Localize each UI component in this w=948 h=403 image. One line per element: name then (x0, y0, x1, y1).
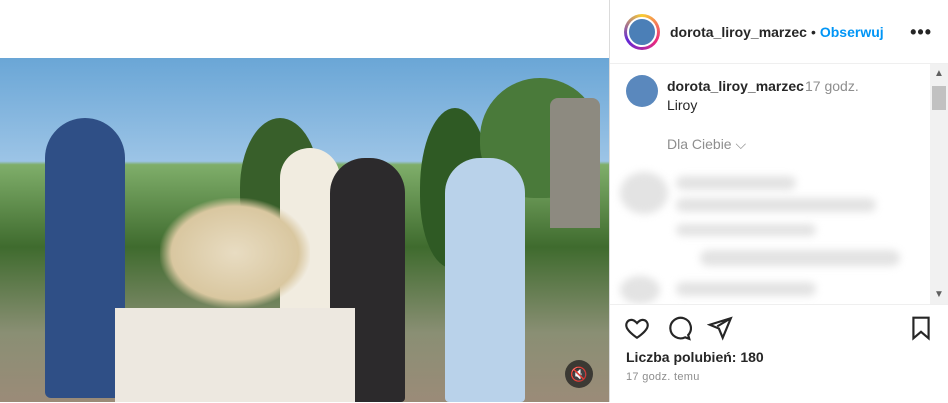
avatar[interactable] (626, 75, 658, 107)
follow-button[interactable]: Obserwuj (820, 24, 884, 40)
blurred-comment (676, 176, 796, 190)
caption-time[interactable]: 17 godz. (805, 78, 859, 94)
likes-count[interactable]: Liczba polubień: 180 (626, 349, 764, 365)
stone-pillar (550, 98, 600, 228)
media-panel: 🔇 (0, 0, 609, 402)
post-sidebar: dorota_liroy_marzec • Obserwuj ••• dorot… (610, 0, 948, 402)
comments-scrollbar[interactable]: ▲ ▼ (930, 64, 948, 304)
bookmark-icon[interactable] (908, 315, 934, 341)
scroll-up-icon[interactable]: ▲ (934, 68, 944, 79)
avatar[interactable] (624, 13, 660, 50)
more-options-icon[interactable]: ••• (910, 22, 932, 43)
person-woman-blue-dress (45, 118, 125, 398)
post-photo[interactable]: 🔇 (0, 58, 609, 402)
caption-username[interactable]: dorota_liroy_marzec (667, 78, 804, 94)
actions-bar: Liczba polubień: 180 17 godz. temu (610, 304, 948, 403)
comment-icon[interactable] (666, 315, 692, 341)
person-light-blue-suit (445, 158, 525, 402)
blurred-comment (676, 224, 816, 236)
post-header: dorota_liroy_marzec • Obserwuj ••• (610, 0, 948, 64)
speaker-muted-icon[interactable]: 🔇 (565, 360, 593, 388)
for-you-tag[interactable]: Dla Ciebie ⌵ (667, 136, 746, 153)
pampas-decoration (160, 198, 310, 308)
scroll-down-icon[interactable]: ▼ (934, 289, 944, 300)
separator-dot: • (810, 23, 816, 40)
blurred-comment (676, 282, 816, 296)
chevron-down-icon: ⌵ (735, 136, 747, 152)
share-icon[interactable] (707, 315, 733, 341)
caption-text: Liroy (667, 97, 698, 113)
scroll-thumb[interactable] (932, 86, 946, 110)
post-time[interactable]: 17 godz. temu (626, 371, 700, 383)
blurred-comment (700, 250, 900, 266)
heart-icon[interactable] (624, 315, 650, 341)
blurred-comment (676, 198, 876, 212)
blurred-comment (620, 172, 668, 214)
blurred-comment (620, 276, 660, 304)
comments-area: dorota_liroy_marzec 17 godz. Liroy Dla C… (610, 64, 948, 304)
username-link[interactable]: dorota_liroy_marzec (670, 24, 807, 40)
table (115, 308, 355, 402)
